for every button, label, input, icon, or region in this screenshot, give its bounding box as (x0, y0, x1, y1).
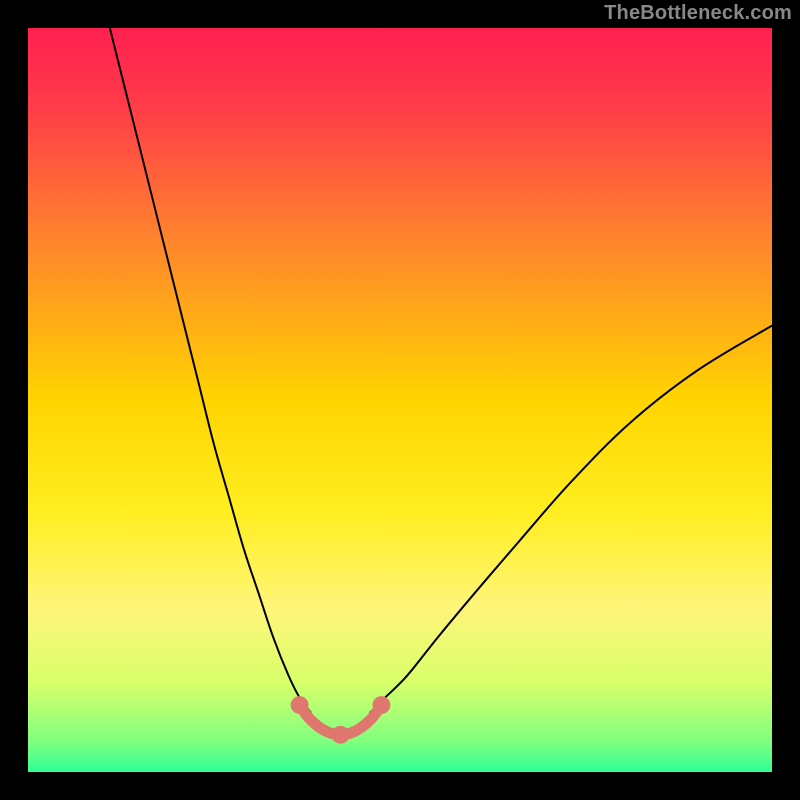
app-frame: TheBottleneck.com (0, 0, 800, 800)
chart-background (28, 28, 772, 772)
marker-right-cap (372, 696, 390, 714)
bottleneck-chart (28, 28, 772, 772)
marker-bottom-dot (332, 726, 350, 744)
marker-left-cap (291, 696, 309, 714)
watermark-text: TheBottleneck.com (604, 2, 792, 25)
